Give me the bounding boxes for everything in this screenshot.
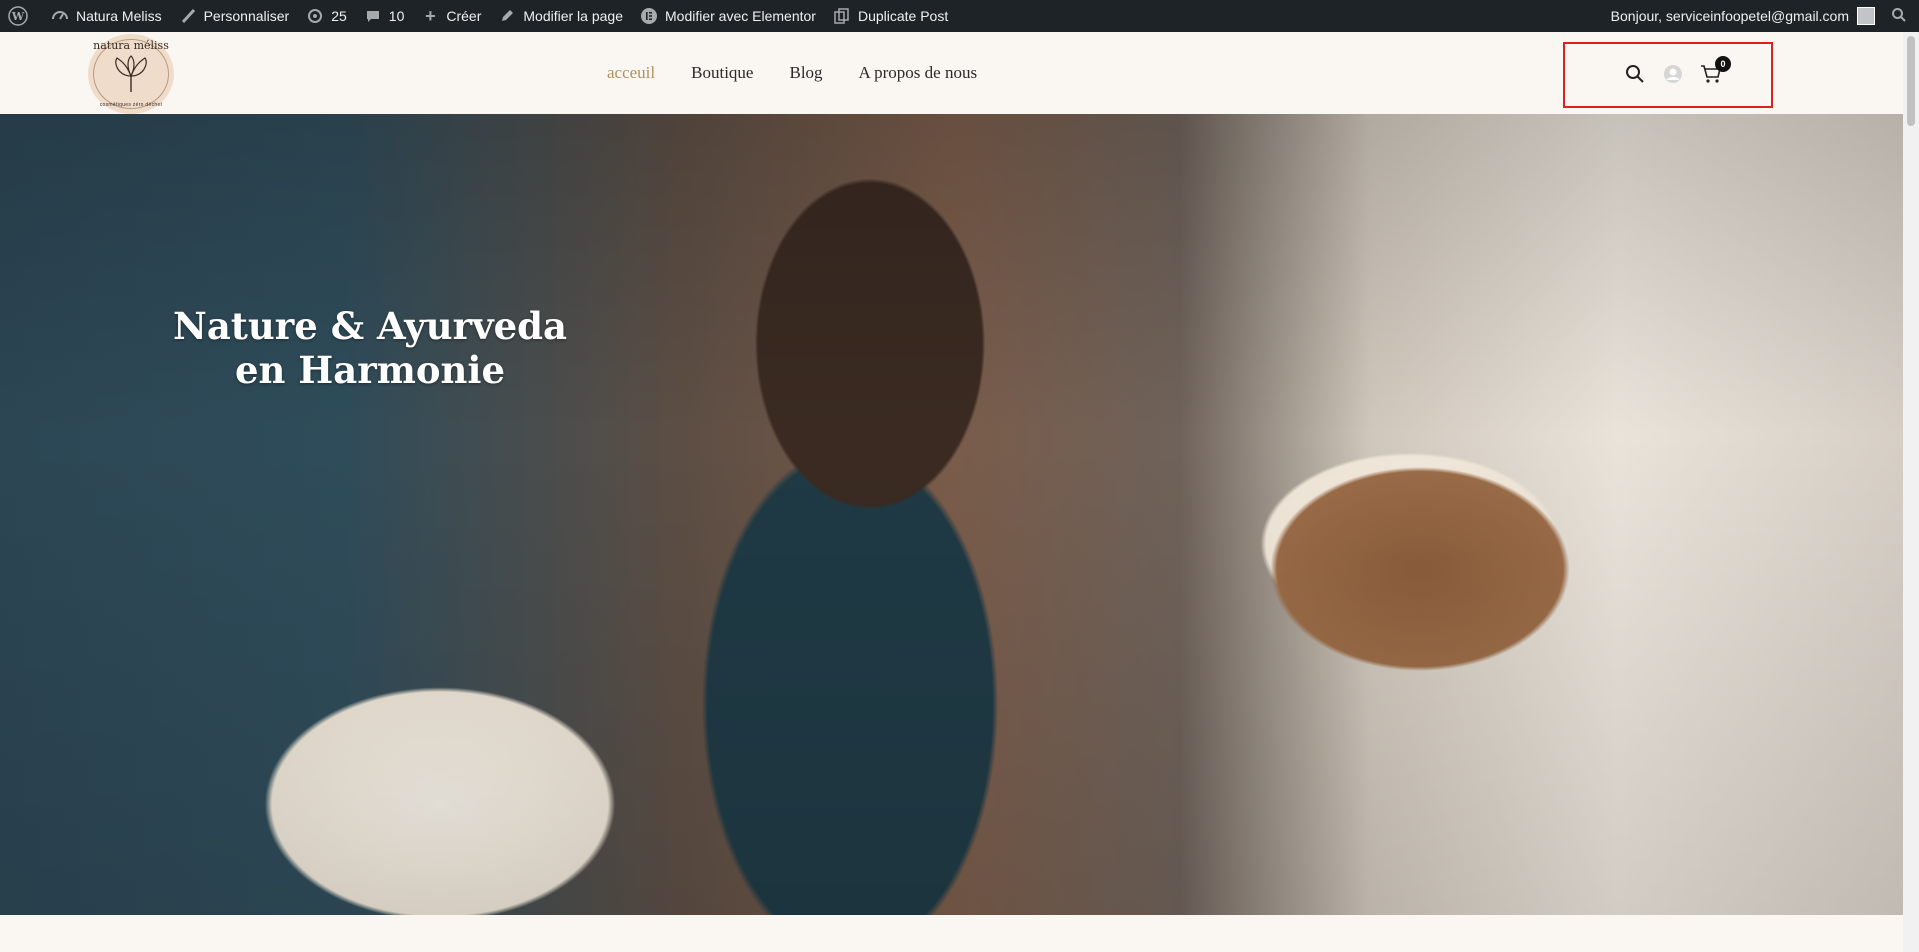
main-nav: acceuil Boutique Blog A propos de nous [607,32,977,114]
logo-top-text: natura méliss [93,39,169,52]
my-account-menu[interactable]: Bonjour, serviceinfoopetel@gmail.com [1603,0,1883,32]
comments-count: 10 [388,8,405,24]
comments-link[interactable]: 10 [355,0,413,32]
user-icon[interactable] [1663,64,1683,89]
cart-count-badge: 0 [1715,56,1731,72]
nav-item-acceuil[interactable]: acceuil [607,63,655,83]
scrollbar-thumb[interactable] [1907,36,1915,126]
wp-admin-bar: W Natura Meliss Personnaliser 25 10 + Cr… [0,0,1919,32]
site-logo[interactable]: natura méliss cosmétiques zéro déchet [88,34,174,114]
comment-icon [363,6,383,26]
logo-bottom-text: cosmétiques zéro déchet [99,102,163,108]
duplicate-post-label: Duplicate Post [857,8,949,24]
hero-title-line1: Nature & Ayurveda [173,304,567,348]
hero-image [0,114,1903,915]
cart-button[interactable]: 0 [1700,56,1731,89]
duplicate-icon [832,6,852,26]
dashboard-icon [50,6,70,26]
cart-icon [1700,65,1722,88]
admin-search[interactable] [1883,0,1919,32]
nav-item-a-propos[interactable]: A propos de nous [859,63,978,83]
edit-page-label: Modifier la page [523,8,623,24]
hero-title: Nature & Ayurveda en Harmonie [150,304,590,392]
svg-text:W: W [11,10,25,23]
avatar [1857,7,1875,25]
header-icons-highlight: 0 [1563,42,1773,108]
customize-link[interactable]: Personnaliser [170,0,298,32]
customize-label: Personnaliser [203,8,290,24]
hero-banner: Nature & Ayurveda en Harmonie [0,114,1903,915]
greeting-label: Bonjour, serviceinfoopetel@gmail.com [1610,8,1849,24]
nav-item-boutique[interactable]: Boutique [691,63,753,83]
updates-count: 25 [331,8,347,24]
admin-bar-right: Bonjour, serviceinfoopetel@gmail.com [1603,0,1919,32]
edit-page-link[interactable]: Modifier la page [489,0,631,32]
search-icon [1891,7,1907,26]
plus-icon: + [425,5,436,26]
elementor-icon [639,6,659,26]
duplicate-post-link[interactable]: Duplicate Post [824,0,956,32]
elementor-link[interactable]: Modifier avec Elementor [631,0,824,32]
search-icon[interactable] [1625,64,1645,89]
new-content-menu[interactable]: + Créer [412,0,489,32]
elementor-label: Modifier avec Elementor [665,8,816,24]
updates-icon [305,6,325,26]
hero-title-line2: en Harmonie [234,348,506,392]
wordpress-menu[interactable]: W [0,0,42,32]
site-name-label: Natura Meliss [76,8,162,24]
site-header: natura méliss cosmétiques zéro déchet ac… [0,32,1919,114]
brush-icon [178,6,198,26]
nav-item-blog[interactable]: Blog [789,63,822,83]
page-scrollbar[interactable] [1903,32,1919,952]
site-name-menu[interactable]: Natura Meliss [42,0,170,32]
new-content-label: Créer [446,8,482,24]
pencil-icon [497,6,517,26]
updates-link[interactable]: 25 [297,0,355,32]
wordpress-icon: W [8,6,28,26]
